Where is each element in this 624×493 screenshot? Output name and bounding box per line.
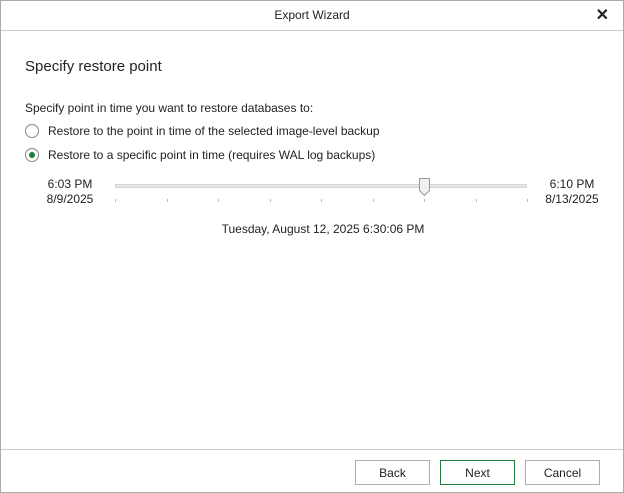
page-heading: Specify restore point: [25, 58, 162, 75]
radio-specific-point-in-time[interactable]: Restore to a specific point in time (req…: [25, 148, 375, 162]
prompt-text: Specify point in time you want to restor…: [25, 101, 314, 115]
slider-tick: [527, 199, 528, 202]
start-date: 8/9/2025: [46, 192, 94, 206]
radio-label: Restore to the point in time of the sele…: [48, 124, 380, 138]
cancel-button[interactable]: Cancel: [525, 460, 600, 485]
radio-button-unselected[interactable]: [25, 124, 39, 138]
back-button[interactable]: Back: [355, 460, 430, 485]
time-slider-thumb[interactable]: [419, 178, 430, 197]
end-date: 8/13/2025: [545, 192, 599, 206]
slider-tick: [475, 199, 477, 202]
selected-restore-time: Tuesday, August 12, 2025 6:30:06 PM: [221, 222, 425, 236]
slider-tick: [321, 199, 322, 202]
slider-start-label: 6:03 PM 8/9/2025: [35, 177, 105, 207]
end-time: 6:10 PM: [549, 177, 595, 191]
radio-label: Restore to a specific point in time (req…: [48, 148, 376, 162]
window-title: Export Wizard: [274, 8, 350, 22]
slider-tick: [218, 199, 219, 202]
slider-end-label: 6:10 PM 8/13/2025: [537, 177, 607, 207]
title-bar: Export Wizard ✕: [1, 1, 623, 31]
slider-tick: [269, 199, 271, 202]
radio-button-selected[interactable]: [25, 148, 39, 162]
start-time: 6:03 PM: [47, 177, 93, 191]
slider-tick: [166, 199, 168, 202]
next-button[interactable]: Next: [440, 460, 515, 485]
slider-tick: [424, 199, 425, 202]
slider-tick: [115, 199, 116, 202]
radio-image-level-backup[interactable]: Restore to the point in time of the sele…: [25, 124, 380, 138]
export-wizard-window: Export Wizard ✕ Specify restore point Sp…: [0, 0, 624, 493]
time-slider-track[interactable]: [115, 184, 527, 188]
close-icon[interactable]: ✕: [596, 1, 609, 30]
slider-tick: [372, 199, 374, 202]
